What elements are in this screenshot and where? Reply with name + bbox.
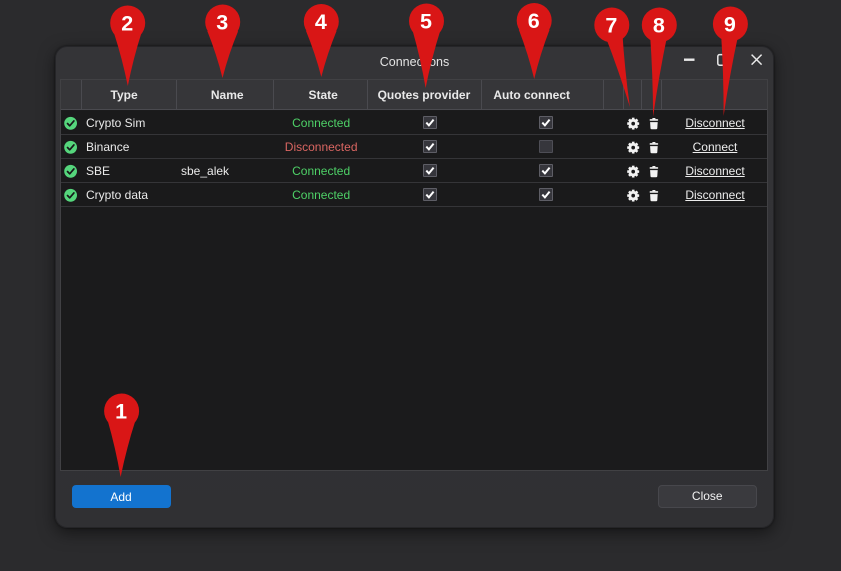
svg-text:4: 4 <box>315 10 327 34</box>
svg-text:9: 9 <box>724 13 736 37</box>
svg-text:2: 2 <box>121 12 133 36</box>
svg-text:8: 8 <box>653 14 665 38</box>
svg-text:7: 7 <box>605 14 617 38</box>
svg-text:6: 6 <box>528 9 540 33</box>
svg-text:5: 5 <box>420 10 432 34</box>
svg-text:3: 3 <box>216 11 228 35</box>
